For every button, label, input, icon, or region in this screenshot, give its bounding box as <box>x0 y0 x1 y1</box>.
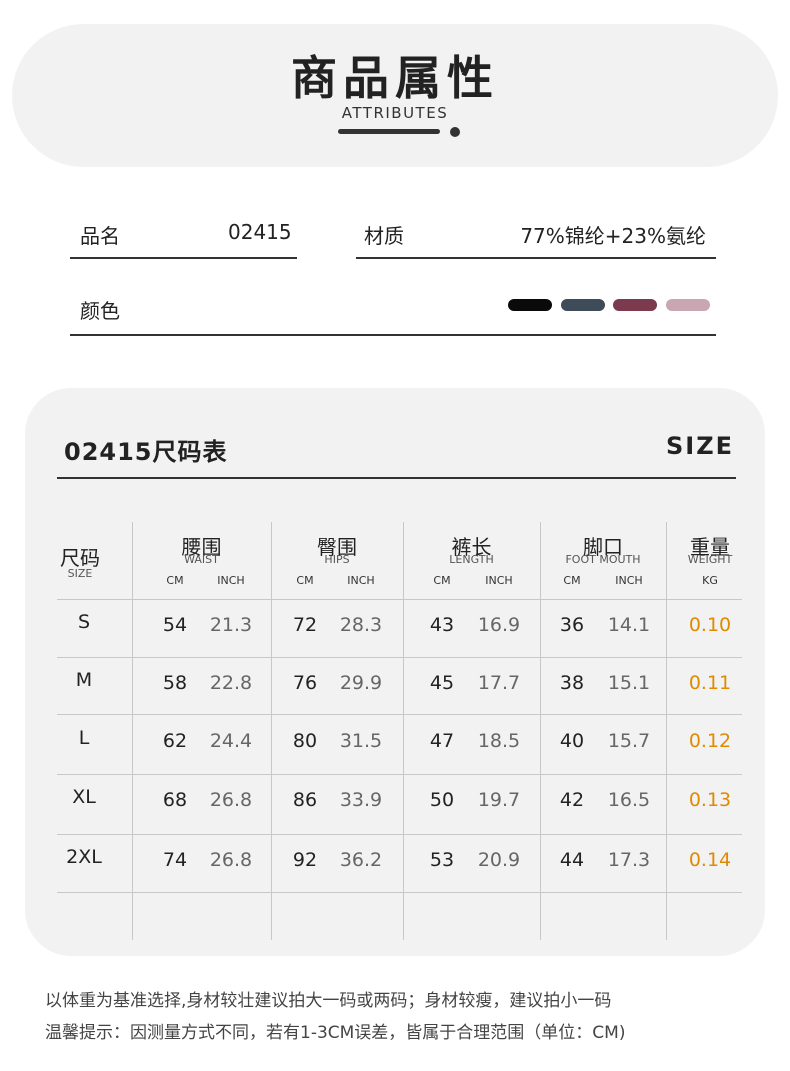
hips-inch-cell: 29.9 <box>339 672 383 694</box>
hips-inch-cell: 28.3 <box>339 614 383 636</box>
length-cm-cell: 50 <box>429 789 455 811</box>
foot-inch-cell: 15.1 <box>607 672 651 694</box>
foot-cm-cell: 44 <box>559 849 585 871</box>
row-divider <box>57 892 742 893</box>
foot-inch-cell: 17.3 <box>607 849 651 871</box>
color-divider <box>70 334 716 336</box>
foot-cm-cell: 38 <box>559 672 585 694</box>
col-divider <box>132 522 133 940</box>
size-chart-card <box>25 388 765 956</box>
hips-inch-cell: 36.2 <box>339 849 383 871</box>
material-label: 材质 <box>364 224 404 248</box>
waist-unit-cm: CM <box>166 574 184 587</box>
hips-cm-cell: 76 <box>292 672 318 694</box>
color-label: 颜色 <box>80 299 120 323</box>
waist-inch-cell: 24.4 <box>209 730 253 752</box>
waist-inch-cell: 26.8 <box>209 789 253 811</box>
length-cm-cell: 43 <box>429 614 455 636</box>
foot-unit-cm: CM <box>563 574 581 587</box>
size-chart-title: 02415尺码表 <box>64 438 228 466</box>
weight-cell: 0.10 <box>688 614 732 636</box>
waist-cm-cell: 74 <box>162 849 188 871</box>
hips-unit-cm: CM <box>296 574 314 587</box>
foot-col-header-en: FOOT MOUTH <box>565 553 641 566</box>
waist-col-header-en: WAIST <box>184 553 219 566</box>
length-inch-cell: 17.7 <box>477 672 521 694</box>
hips-cm-cell: 92 <box>292 849 318 871</box>
foot-cm-cell: 40 <box>559 730 585 752</box>
foot-inch-cell: 16.5 <box>607 789 651 811</box>
waist-inch-cell: 21.3 <box>209 614 253 636</box>
size-cell: L <box>78 727 90 749</box>
size-tag: SIZE <box>665 432 734 460</box>
foot-cm-cell: 42 <box>559 789 585 811</box>
color-swatch <box>561 299 605 311</box>
waist-inch-cell: 22.8 <box>209 672 253 694</box>
name-divider <box>70 257 297 259</box>
weight-cell: 0.14 <box>688 849 732 871</box>
foot-unit-inch: INCH <box>615 574 643 587</box>
row-divider <box>57 834 742 835</box>
col-divider <box>540 522 541 940</box>
weight-cell: 0.12 <box>688 730 732 752</box>
foot-inch-cell: 14.1 <box>607 614 651 636</box>
size-cell: S <box>77 611 91 633</box>
length-col-header-en: LENGTH <box>449 553 494 566</box>
name-label: 品名 <box>80 224 120 248</box>
name-value: 02415 <box>228 220 292 244</box>
header-underline <box>338 129 440 134</box>
hips-inch-cell: 31.5 <box>339 730 383 752</box>
length-cm-cell: 45 <box>429 672 455 694</box>
material-value: 77%锦纶+23%氨纶 <box>520 224 706 248</box>
length-inch-cell: 20.9 <box>477 849 521 871</box>
header-dot <box>450 127 460 137</box>
foot-inch-cell: 15.7 <box>607 730 651 752</box>
color-swatch <box>666 299 710 311</box>
length-cm-cell: 47 <box>429 730 455 752</box>
size-col-header-en: SIZE <box>67 567 93 580</box>
length-inch-cell: 16.9 <box>477 614 521 636</box>
weight-col-header-en: WEIGHT <box>687 553 733 566</box>
col-divider <box>403 522 404 940</box>
page-subtitle: ATTRIBUTES <box>341 104 449 122</box>
size-cell: XL <box>72 786 96 808</box>
size-chart-rule <box>57 477 736 479</box>
waist-cm-cell: 62 <box>162 730 188 752</box>
waist-unit-inch: INCH <box>217 574 245 587</box>
size-cell: M <box>75 669 93 691</box>
page-title: 商品属性 <box>291 51 499 105</box>
length-inch-cell: 18.5 <box>477 730 521 752</box>
waist-inch-cell: 26.8 <box>209 849 253 871</box>
hips-cm-cell: 86 <box>292 789 318 811</box>
waist-cm-cell: 58 <box>162 672 188 694</box>
color-swatch <box>613 299 657 311</box>
row-divider <box>57 714 742 715</box>
weight-cell: 0.13 <box>688 789 732 811</box>
row-divider <box>57 657 742 658</box>
material-divider <box>356 257 716 259</box>
row-divider <box>57 599 742 600</box>
col-divider <box>271 522 272 940</box>
length-inch-cell: 19.7 <box>477 789 521 811</box>
weight-cell: 0.11 <box>688 672 732 694</box>
foot-cm-cell: 36 <box>559 614 585 636</box>
sizing-advice: 以体重为基准选择,身材较壮建议拍大一码或两码；身材较瘦，建议拍小一码 <box>45 991 612 1011</box>
length-cm-cell: 53 <box>429 849 455 871</box>
hips-cm-cell: 72 <box>292 614 318 636</box>
row-divider <box>57 774 742 775</box>
measurement-tip: 温馨提示：因测量方式不同，若有1-3CM误差，皆属于合理范围（单位：CM) <box>45 1023 626 1043</box>
size-cell: 2XL <box>66 846 102 868</box>
length-unit-cm: CM <box>433 574 451 587</box>
waist-cm-cell: 54 <box>162 614 188 636</box>
hips-unit-inch: INCH <box>347 574 375 587</box>
length-unit-inch: INCH <box>485 574 513 587</box>
weight-unit-kg: KG <box>702 574 718 587</box>
waist-cm-cell: 68 <box>162 789 188 811</box>
hips-inch-cell: 33.9 <box>339 789 383 811</box>
hips-cm-cell: 80 <box>292 730 318 752</box>
hips-col-header-en: HIPS <box>324 553 350 566</box>
color-swatch <box>508 299 552 311</box>
